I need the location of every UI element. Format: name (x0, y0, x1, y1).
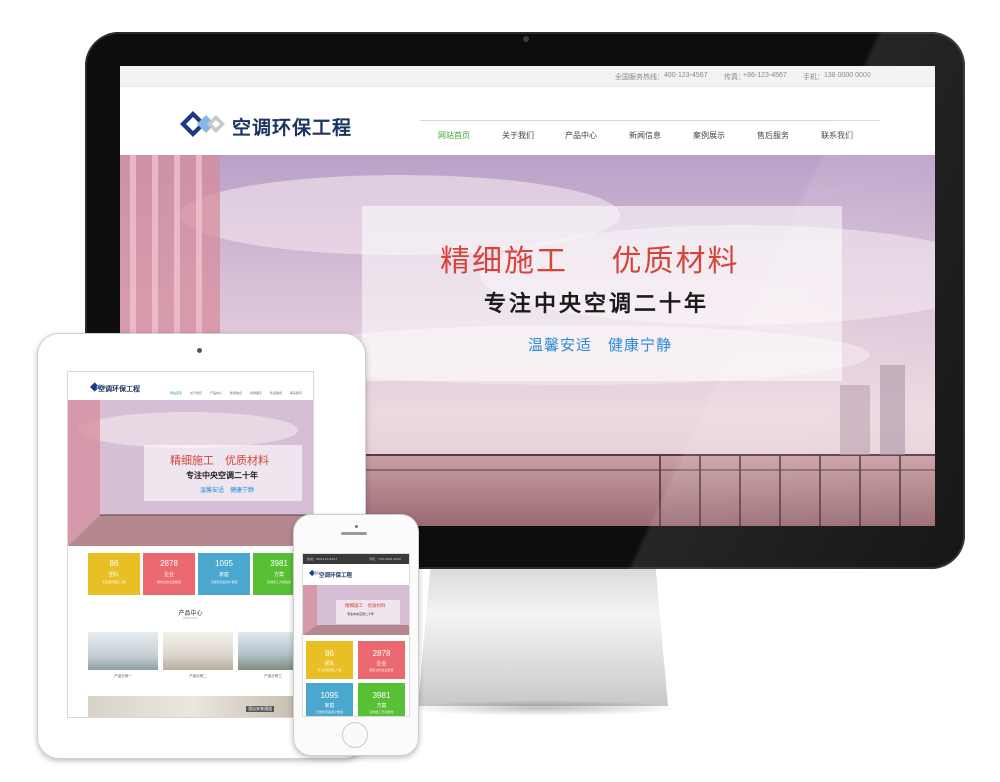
tablet-nav-service[interactable]: 售后服务 (270, 391, 282, 395)
phone-topbar: 热线：400-123-4567 手机：138 0000 0000 (303, 554, 409, 564)
phone-mobile: 手机：138 0000 0000 (369, 557, 401, 561)
stat-value: 1095 (320, 691, 339, 700)
tablet-hero-subheadline: 专注中央空调二十年 (186, 470, 258, 480)
stat-label: 团队 (324, 661, 335, 667)
phone-hotline: 热线：400-123-4567 (307, 557, 338, 561)
tablet-case-label: 酒店安装通道 (246, 706, 274, 712)
fax-label: 传真： (724, 74, 745, 81)
phone-stat-enterprise[interactable]: 2878 企业 服务过的企业数量 (358, 641, 405, 679)
nav-item-cases[interactable]: 案例展示 (693, 130, 725, 141)
phone-stat-family[interactable]: 1095 家庭 已服务家庭用户数量 (306, 683, 353, 716)
tablet-nav-news[interactable]: 新闻信息 (230, 391, 242, 395)
hotline-value: 400-123-4567 (664, 72, 708, 79)
stat-value: 86 (325, 649, 334, 658)
tablet-logo-text[interactable]: 空调环保工程 (98, 384, 140, 394)
stat-value: 2878 (160, 559, 178, 568)
tablet-product-caption-1[interactable]: 产品示例一 (88, 674, 158, 679)
nav-item-contact[interactable]: 联系我们 (821, 130, 853, 141)
stat-value: 3981 (372, 691, 391, 700)
nav-item-home[interactable]: 网站首页 (438, 130, 470, 141)
phone-home-button[interactable] (342, 722, 368, 748)
tablet-hero-tagline: 温馨安适 健康宁静 (200, 487, 255, 494)
logo-icon[interactable] (180, 111, 230, 137)
tablet-stat-team[interactable]: 86 团队 专业服务团队人数 (88, 553, 140, 595)
phone-hero-subheadline: 专注中央空调二十年 (347, 612, 375, 616)
tablet-product-image-2[interactable] (163, 632, 233, 670)
stat-sub: 服务过的企业数量 (156, 580, 181, 584)
hero-tagline: 温馨安适 健康宁静 (528, 336, 673, 354)
tablet-products-subtitle: PRODUCT (183, 616, 198, 620)
nav-item-about[interactable]: 关于我们 (502, 130, 534, 141)
phone-speaker (341, 532, 367, 535)
nav-item-products[interactable]: 产品中心 (565, 130, 597, 141)
hero-subheadline: 专注中央空调二十年 (484, 291, 710, 317)
tablet-stat-family[interactable]: 1095 家庭 已服务家庭用户数量 (198, 553, 250, 595)
stat-sub: 专业服务团队人数 (101, 580, 126, 584)
phone-camera (355, 525, 358, 528)
fax-value: +86-123-4567 (743, 72, 787, 79)
mobile-value: 138 0000 0000 (824, 72, 871, 79)
mobile-label: 手机： (803, 74, 824, 81)
tablet-nav-home[interactable]: 网站首页 (170, 391, 182, 395)
tablet-nav-cases[interactable]: 案例展示 (250, 391, 262, 395)
tablet-nav-contact[interactable]: 联系我们 (290, 391, 302, 395)
tablet-product-caption-2[interactable]: 产品示例二 (163, 674, 233, 679)
stat-sub: 定制施工方案数量 (369, 710, 394, 714)
stat-value: 1095 (215, 559, 233, 568)
nav-divider (420, 120, 880, 121)
stat-label: 企业 (163, 572, 174, 578)
stat-value: 2878 (372, 649, 391, 658)
tablet-nav-products[interactable]: 产品中心 (210, 391, 222, 395)
stat-label: 家庭 (324, 703, 335, 709)
desktop-header: 空调环保工程 网站首页 关于我们 产品中心 新闻信息 案例展示 售后服务 联系我… (120, 87, 935, 155)
monitor-stand (418, 566, 668, 706)
tablet-product-image-1[interactable] (88, 632, 158, 670)
phone-logo-text[interactable]: 空调环保工程 (319, 571, 352, 579)
stat-sub: 已服务家庭用户数量 (210, 580, 238, 584)
stat-label: 企业 (376, 661, 387, 667)
nav-item-news[interactable]: 新闻信息 (629, 130, 661, 141)
stat-label: 家庭 (218, 572, 229, 578)
tablet-nav-about[interactable]: 关于我们 (190, 391, 202, 395)
desktop-topbar: 全国服务热线： 400-123-4567 传真： +86-123-4567 手机… (120, 66, 935, 87)
stat-sub: 已服务家庭用户数量 (315, 710, 343, 714)
tablet-camera (197, 348, 202, 353)
tablet-hero-headline: 精细施工 优质材料 (170, 454, 269, 467)
phone-stat-team[interactable]: 86 团队 专业服务团队人数 (306, 641, 353, 679)
stat-value: 86 (109, 559, 119, 568)
monitor-camera (523, 36, 529, 42)
tablet-screen: 空调环保工程 网站首页 关于我们 产品中心 新闻信息 案例展示 售后服务 联系我… (67, 371, 314, 718)
stat-sub: 服务过的企业数量 (369, 668, 394, 672)
hero-headline: 精细施工 优质材料 (440, 244, 740, 279)
monitor-base-shadow (405, 700, 681, 716)
phone-hero-headline: 精细施工 优质材料 (345, 604, 386, 609)
nav-item-service[interactable]: 售后服务 (757, 130, 789, 141)
phone-stat-plan[interactable]: 3981 方案 定制施工方案数量 (358, 683, 405, 716)
hotline-label: 全国服务热线： (615, 74, 664, 81)
tablet-stat-enterprise[interactable]: 2878 企业 服务过的企业数量 (143, 553, 195, 595)
stat-label: 团队 (108, 572, 119, 578)
stat-label: 方案 (376, 703, 387, 709)
stat-sub: 专业服务团队人数 (317, 668, 342, 672)
logo-text[interactable]: 空调环保工程 (232, 113, 352, 140)
phone-screen: 热线：400-123-4567 手机：138 0000 0000 空调环保工程 … (302, 553, 410, 717)
